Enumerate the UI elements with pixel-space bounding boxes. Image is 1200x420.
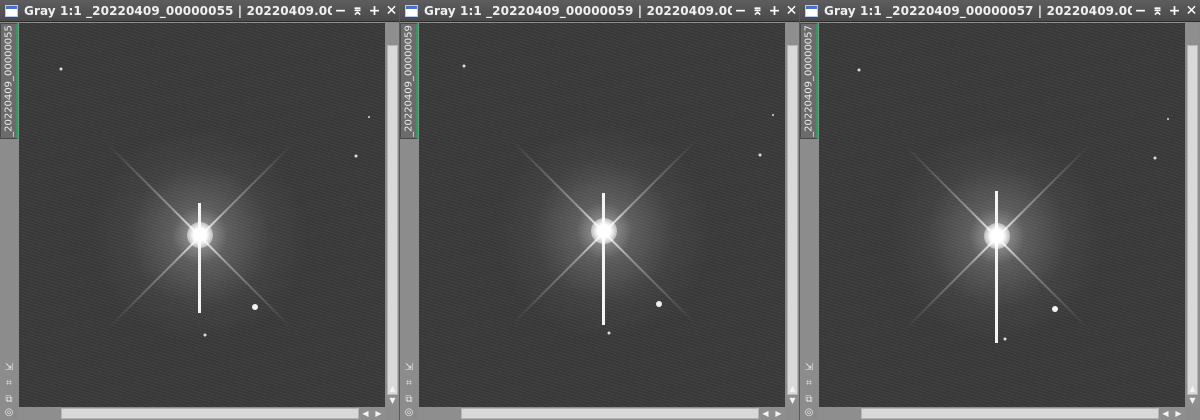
star [857,68,861,72]
close-button[interactable]: ✕ [383,0,399,22]
vertical-scrollbar[interactable]: ▲ ▼ [786,23,799,407]
horizontal-scroll-thumb[interactable] [461,408,759,419]
star [203,333,207,337]
resize-corner-icon[interactable]: ⇲ [400,360,418,374]
clone-icon[interactable]: ⧉ [0,392,18,406]
close-button[interactable]: ✕ [783,0,799,22]
image-id-tab[interactable]: _20220409_00000057 [800,23,818,139]
image-window-icon [5,4,18,17]
image-window-icon [405,4,418,17]
star [1052,306,1058,312]
image-id-label: _20220409_00000057 [803,25,814,137]
star [354,154,358,158]
side-toolbar: ⇲ ⌗ ⧉ [0,360,18,408]
maximize-button[interactable]: + [366,0,383,22]
scroll-down-icon[interactable]: ▼ [386,395,399,406]
fit-view-icon[interactable]: ⌗ [800,376,818,390]
star [656,301,662,307]
image-window-icon [805,4,818,17]
window-title-bar[interactable]: Gray 1:1 _20220409_00000059 | 20220409.0… [400,0,799,22]
target-icon[interactable]: ◎ [800,405,818,420]
shade-button[interactable]: ⌆ [749,0,766,22]
saturation-bleed [995,191,998,343]
shade-button[interactable]: ⌆ [349,0,366,22]
image-canvas[interactable] [19,23,385,407]
clone-icon[interactable]: ⧉ [800,392,818,406]
window-title-bar[interactable]: Gray 1:1 _20220409_00000055 | 20220409.0… [0,0,399,22]
star [772,114,774,116]
star [368,116,370,118]
star [1167,118,1169,120]
maximize-button[interactable]: + [766,0,783,22]
shade-button[interactable]: ⌆ [1149,0,1166,22]
scroll-right-icon[interactable]: ▶ [372,408,385,419]
fit-view-icon[interactable]: ⌗ [400,376,418,390]
vertical-scrollbar[interactable]: ▲ ▼ [1186,23,1199,407]
image-id-label: _20220409_00000059 [403,25,414,137]
horizontal-scroll-thumb[interactable] [61,408,359,419]
scroll-down-icon[interactable]: ▼ [1186,395,1199,406]
horizontal-scroll-thumb[interactable] [861,408,1159,419]
minimize-button[interactable]: − [732,0,749,22]
image-id-tab[interactable]: _20220409_00000055 [0,23,18,139]
star [59,67,63,71]
star [1003,337,1007,341]
horizontal-scrollbar[interactable]: ◀ ▶ [819,407,1185,420]
scroll-up-icon[interactable]: ▲ [386,383,399,394]
vertical-scroll-thumb[interactable] [1187,45,1198,395]
image-canvas[interactable] [819,23,1185,407]
target-icon[interactable]: ◎ [400,405,418,420]
horizontal-scrollbar[interactable]: ◀ ▶ [419,407,785,420]
vertical-scrollbar[interactable]: ▲ ▼ [386,23,399,407]
image-window-3: Gray 1:1 _20220409_00000057 | 20220409.0… [800,0,1200,420]
side-toolbar: ⇲ ⌗ ⧉ [800,360,818,408]
image-window-2: Gray 1:1 _20220409_00000059 | 20220409.0… [400,0,800,420]
bright-star [591,218,617,244]
minimize-button[interactable]: − [1132,0,1149,22]
scroll-up-icon[interactable]: ▲ [1186,383,1199,394]
image-id-tab[interactable]: _20220409_00000059 [400,23,418,139]
image-window-1: Gray 1:1 _20220409_00000055 | 20220409.0… [0,0,400,420]
star [1153,156,1157,160]
window-title: Gray 1:1 _20220409_00000055 | 20220409.0… [24,3,332,18]
scroll-right-icon[interactable]: ▶ [1172,408,1185,419]
saturation-bleed [198,203,201,313]
scroll-right-icon[interactable]: ▶ [772,408,785,419]
vertical-scroll-thumb[interactable] [387,45,398,395]
window-title-bar[interactable]: Gray 1:1 _20220409_00000057 | 20220409.0… [800,0,1200,22]
saturation-bleed [602,193,605,325]
side-toolbar: ⇲ ⌗ ⧉ [400,360,418,408]
scroll-left-icon[interactable]: ◀ [759,408,772,419]
scroll-left-icon[interactable]: ◀ [359,408,372,419]
star [758,153,762,157]
minimize-button[interactable]: − [332,0,349,22]
bright-star [984,223,1010,249]
image-canvas[interactable] [419,23,785,407]
image-id-label: _20220409_00000055 [3,25,14,137]
clone-icon[interactable]: ⧉ [400,392,418,406]
scroll-down-icon[interactable]: ▼ [786,395,799,406]
star [252,304,258,310]
close-button[interactable]: ✕ [1183,0,1200,22]
maximize-button[interactable]: + [1166,0,1183,22]
star [462,64,466,68]
vertical-scroll-thumb[interactable] [787,45,798,395]
star [607,331,611,335]
fit-view-icon[interactable]: ⌗ [0,376,18,390]
bright-star [187,222,213,248]
target-icon[interactable]: ◎ [0,405,18,420]
scroll-left-icon[interactable]: ◀ [1159,408,1172,419]
resize-corner-icon[interactable]: ⇲ [0,360,18,374]
scroll-up-icon[interactable]: ▲ [786,383,799,394]
horizontal-scrollbar[interactable]: ◀ ▶ [19,407,385,420]
window-title: Gray 1:1 _20220409_00000059 | 20220409.0… [424,3,732,18]
resize-corner-icon[interactable]: ⇲ [800,360,818,374]
window-title: Gray 1:1 _20220409_00000057 | 20220409.0… [824,3,1132,18]
